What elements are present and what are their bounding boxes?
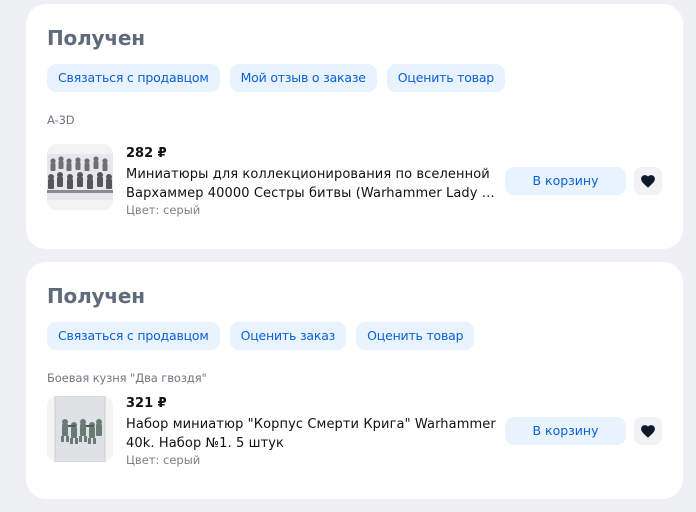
order-card: Получен Связаться с продавцом Оценить за… (26, 262, 683, 499)
rate-product-button[interactable]: Оценить товар (356, 322, 475, 350)
product-color: Цвет: серый (126, 453, 201, 467)
order-actions: Связаться с продавцом Оценить заказ Оцен… (47, 322, 475, 350)
product-image[interactable] (47, 144, 113, 210)
contact-seller-button[interactable]: Связаться с продавцом (47, 322, 220, 350)
rate-product-button[interactable]: Оценить товар (386, 64, 506, 92)
product-title[interactable]: Набор миниатюр "Корпус Смерти Крига" War… (126, 415, 498, 453)
product-image[interactable] (47, 396, 113, 462)
favorite-button[interactable] (634, 167, 662, 195)
order-card: Получен Связаться с продавцом Мой отзыв … (26, 4, 683, 249)
product-color: Цвет: серый (126, 203, 201, 217)
seller-name[interactable]: Боевая кузня "Два гвоздя" (47, 371, 207, 385)
order-status: Получен (47, 284, 145, 308)
order-status: Получен (47, 26, 145, 50)
seller-name[interactable]: A-3D (47, 113, 75, 127)
add-to-cart-button[interactable]: В корзину (505, 167, 626, 195)
contact-seller-button[interactable]: Связаться с продавцом (47, 64, 220, 92)
miniatures-photo (47, 396, 113, 462)
rate-order-button[interactable]: Оценить заказ (229, 322, 347, 350)
heart-icon (641, 424, 655, 438)
product-price: 321 ₽ (126, 396, 167, 411)
product-price: 282 ₽ (126, 146, 167, 161)
product-title[interactable]: Миниатюры для коллекционирования по всел… (126, 165, 498, 203)
miniatures-photo (47, 144, 113, 210)
order-actions: Связаться с продавцом Мой отзыв о заказе… (47, 64, 506, 92)
heart-icon (641, 174, 655, 188)
add-to-cart-button[interactable]: В корзину (505, 417, 626, 445)
my-review-button[interactable]: Мой отзыв о заказе (229, 64, 377, 92)
favorite-button[interactable] (634, 417, 662, 445)
